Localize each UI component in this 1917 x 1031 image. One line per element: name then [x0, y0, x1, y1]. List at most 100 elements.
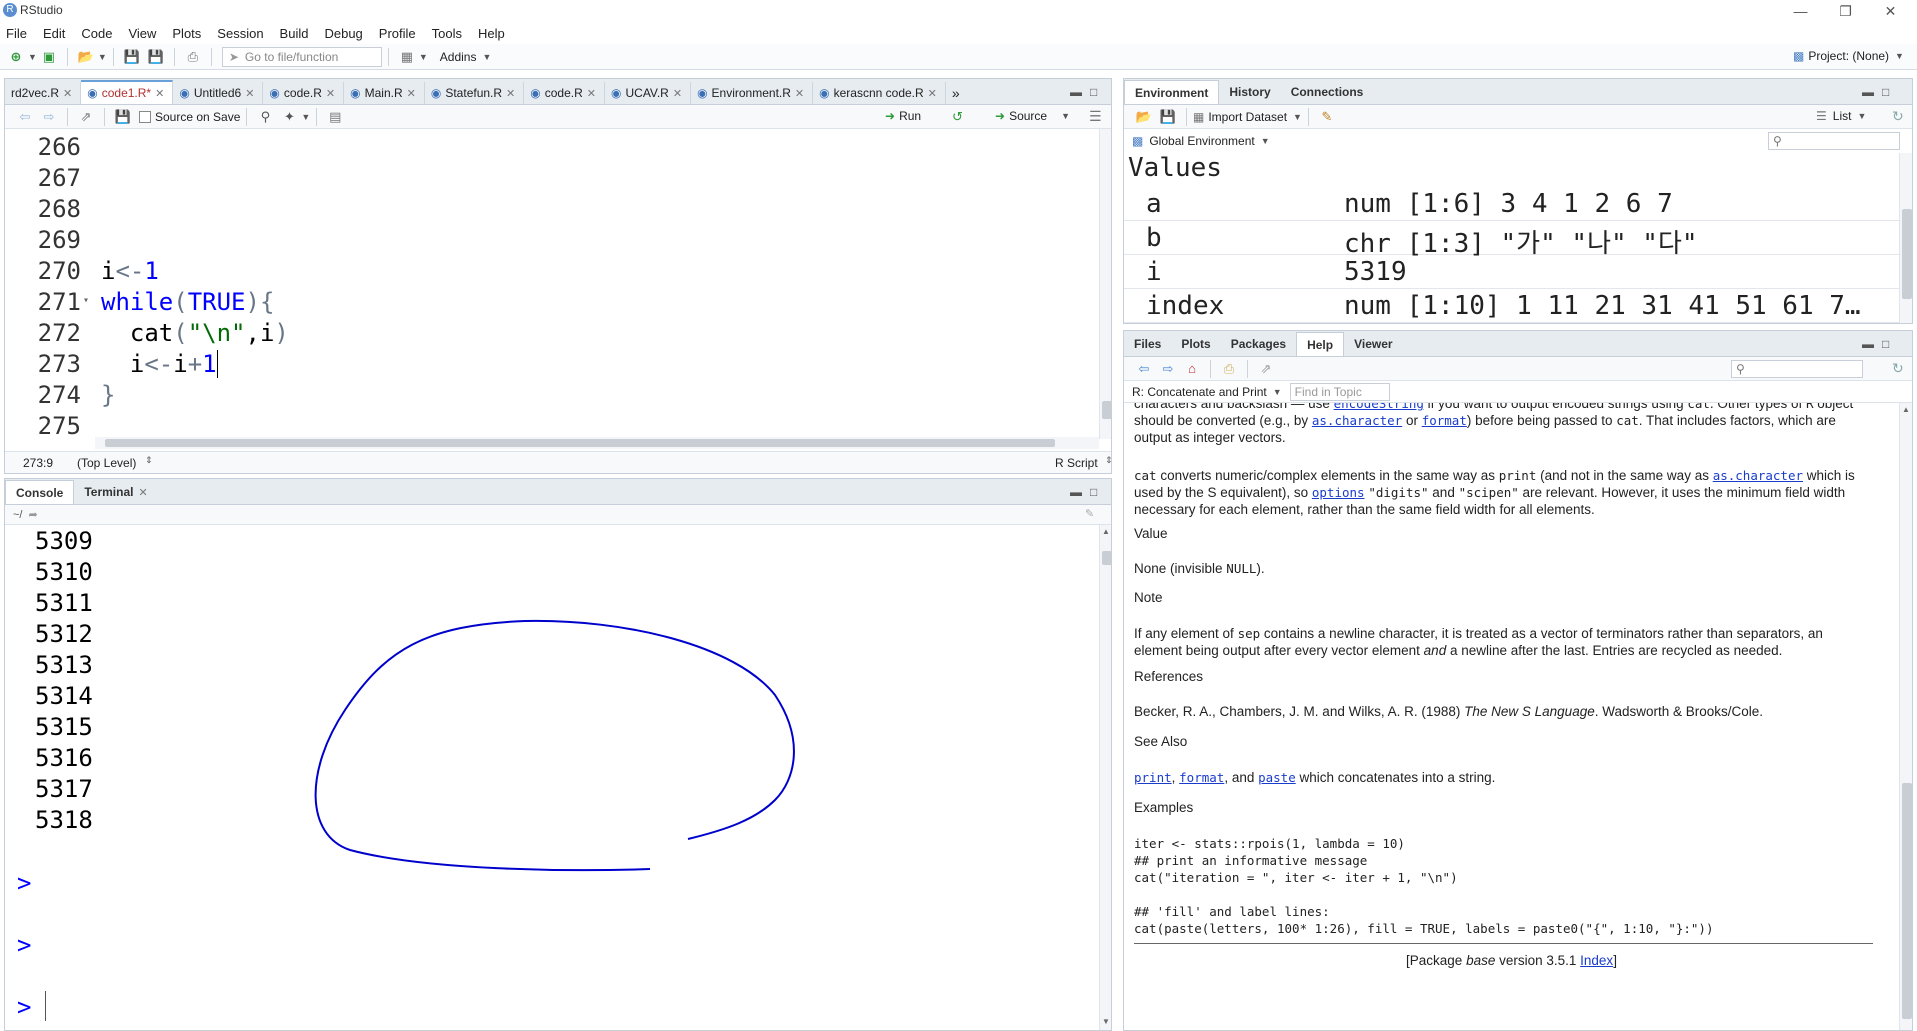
- new-file-dropdown-icon[interactable]: ▼: [28, 52, 37, 62]
- grid-layout-icon[interactable]: ▦: [398, 48, 416, 66]
- new-file-icon[interactable]: ⊕: [7, 48, 25, 66]
- tab-terminal[interactable]: Terminal ✕: [74, 480, 157, 504]
- more-tabs-button[interactable]: »: [945, 82, 968, 104]
- close-tab-icon[interactable]: ✕: [673, 87, 682, 100]
- environment-scope-selector[interactable]: ▩ Global Environment ▼: [1132, 134, 1270, 148]
- maximize-pane-icon[interactable]: □: [1090, 85, 1097, 99]
- print-icon[interactable]: ⎙: [184, 48, 202, 66]
- tab-untitled6[interactable]: ◉ Untitled6 ✕: [173, 82, 264, 104]
- link-as-character[interactable]: as.character: [1312, 413, 1402, 428]
- run-button[interactable]: ➜ Run: [885, 109, 921, 123]
- menu-tools[interactable]: Tools: [432, 26, 462, 41]
- tab-files[interactable]: Files: [1124, 332, 1171, 356]
- scroll-up-icon[interactable]: ▲: [1902, 405, 1910, 414]
- close-tab-icon[interactable]: ✕: [63, 87, 72, 100]
- print-icon[interactable]: ⎙: [1220, 360, 1238, 378]
- scope-selector[interactable]: (Top Level): [77, 456, 136, 470]
- forward-arrow-icon[interactable]: ⇨: [1159, 360, 1177, 378]
- open-file-icon[interactable]: 📂: [77, 48, 95, 66]
- addins-dropdown-icon[interactable]: ▼: [482, 52, 491, 62]
- code-editor[interactable]: 266 267 268 269 270 271 272 273 274 275 …: [5, 129, 1099, 440]
- scrollbar-thumb[interactable]: [1102, 551, 1111, 565]
- broom-icon[interactable]: ✎: [1318, 108, 1336, 126]
- clear-console-icon[interactable]: ✎: [1085, 507, 1094, 520]
- tab-code[interactable]: ◉ code.R ✕: [263, 82, 345, 104]
- close-tab-icon[interactable]: ✕: [587, 87, 596, 100]
- minimize-pane-icon[interactable]: ▬: [1070, 85, 1082, 99]
- working-directory[interactable]: ~/: [13, 509, 22, 521]
- close-tab-icon[interactable]: ✕: [138, 486, 147, 499]
- new-project-icon[interactable]: ▣: [40, 48, 58, 66]
- scroll-up-icon[interactable]: ▲: [1102, 527, 1110, 536]
- open-directory-icon[interactable]: ➦: [28, 508, 37, 521]
- save-all-icon[interactable]: 💾: [147, 48, 165, 66]
- close-tab-icon[interactable]: ✕: [245, 87, 254, 100]
- environment-scrollbar[interactable]: [1899, 153, 1912, 323]
- link-as-character[interactable]: as.character: [1713, 468, 1803, 483]
- save-workspace-icon[interactable]: 💾: [1159, 108, 1177, 126]
- import-dataset-button[interactable]: ▦ Import Dataset ▼: [1193, 110, 1302, 124]
- search-icon[interactable]: ⚲: [256, 108, 274, 126]
- tab-code-2[interactable]: ◉ code.R ✕: [524, 82, 605, 104]
- editor-scrollbar-horizontal[interactable]: [95, 437, 1099, 449]
- find-in-topic-input[interactable]: Find in Topic: [1289, 382, 1390, 401]
- maximize-pane-icon[interactable]: □: [1882, 85, 1889, 99]
- tab-ucav[interactable]: ◉ UCAV.R ✕: [605, 82, 692, 104]
- magic-wand-icon[interactable]: ✦: [280, 108, 298, 126]
- tab-plots[interactable]: Plots: [1171, 332, 1220, 356]
- addins-button[interactable]: Addins: [440, 50, 477, 64]
- scrollbar-thumb[interactable]: [105, 439, 1055, 447]
- project-menu[interactable]: ▩ Project: (None) ▼: [1793, 49, 1904, 63]
- scrollbar-thumb[interactable]: [1902, 783, 1912, 1019]
- menu-build[interactable]: Build: [280, 26, 309, 41]
- minimize-pane-icon[interactable]: ▬: [1862, 337, 1874, 351]
- scroll-down-icon[interactable]: ▼: [1102, 1017, 1110, 1026]
- source-button[interactable]: ➜ Source ▼: [995, 109, 1070, 123]
- menu-session[interactable]: Session: [217, 26, 263, 41]
- source-on-save-checkbox[interactable]: [139, 110, 151, 123]
- save-icon[interactable]: 💾: [123, 48, 141, 66]
- tab-console[interactable]: Console: [5, 480, 75, 504]
- link-format[interactable]: format: [1422, 413, 1467, 428]
- tab-history[interactable]: History: [1219, 80, 1280, 104]
- home-icon[interactable]: ⌂: [1183, 360, 1201, 378]
- tab-statefun[interactable]: ◉ Statefun.R ✕: [424, 82, 525, 104]
- close-tab-icon[interactable]: ✕: [795, 87, 804, 100]
- tab-rd2vec[interactable]: rd2vec.R ✕: [5, 82, 82, 104]
- tab-environment[interactable]: ◉ Environment.R ✕: [691, 82, 814, 104]
- close-tab-icon[interactable]: ✕: [407, 87, 416, 100]
- tab-connections[interactable]: Connections: [1281, 80, 1374, 104]
- maximize-pane-icon[interactable]: □: [1882, 337, 1889, 351]
- code-tools-dropdown-icon[interactable]: ▼: [301, 112, 310, 122]
- menu-help[interactable]: Help: [478, 26, 505, 41]
- close-tab-icon[interactable]: ✕: [326, 87, 335, 100]
- scrollbar-thumb[interactable]: [1902, 209, 1912, 299]
- environment-search-input[interactable]: ⚲: [1768, 132, 1900, 150]
- close-tab-icon[interactable]: ✕: [155, 87, 164, 100]
- link-index[interactable]: Index: [1580, 953, 1613, 968]
- menu-view[interactable]: View: [128, 26, 156, 41]
- show-in-window-icon[interactable]: ⇗: [77, 108, 95, 126]
- help-scrollbar[interactable]: ▲: [1899, 403, 1912, 1030]
- restore-icon[interactable]: ❐: [1823, 0, 1868, 22]
- tab-help[interactable]: Help: [1296, 332, 1345, 356]
- link-enc2native[interactable]: encodeString: [1334, 403, 1424, 411]
- maximize-pane-icon[interactable]: □: [1090, 485, 1097, 499]
- environment-row[interactable]: i 5319: [1124, 255, 1899, 289]
- environment-row[interactable]: b chr [1:3] "가" "나" "다": [1124, 221, 1899, 259]
- fold-chevron-icon[interactable]: ▾: [83, 295, 89, 306]
- tab-main[interactable]: ◉ Main.R ✕: [344, 82, 425, 104]
- back-arrow-icon[interactable]: ⇦: [1135, 360, 1153, 378]
- compile-report-icon[interactable]: ▤: [326, 108, 344, 126]
- link-paste[interactable]: paste: [1258, 770, 1296, 785]
- save-icon[interactable]: 💾: [114, 108, 132, 126]
- goto-file-input[interactable]: ➤ Go to file/function: [221, 46, 382, 67]
- tab-code1[interactable]: ◉ code1.R* ✕: [81, 80, 174, 104]
- tab-environment[interactable]: Environment: [1124, 80, 1220, 104]
- open-in-window-icon[interactable]: ⇗: [1257, 360, 1275, 378]
- console-scrollbar[interactable]: ▲ ▼: [1099, 525, 1111, 1030]
- minimize-icon[interactable]: —: [1778, 0, 1823, 22]
- help-search-input[interactable]: ⚲: [1731, 360, 1863, 378]
- tab-kerascnn[interactable]: ◉ kerascnn code.R ✕: [813, 82, 946, 104]
- editor-scrollbar-vertical[interactable]: [1099, 129, 1111, 439]
